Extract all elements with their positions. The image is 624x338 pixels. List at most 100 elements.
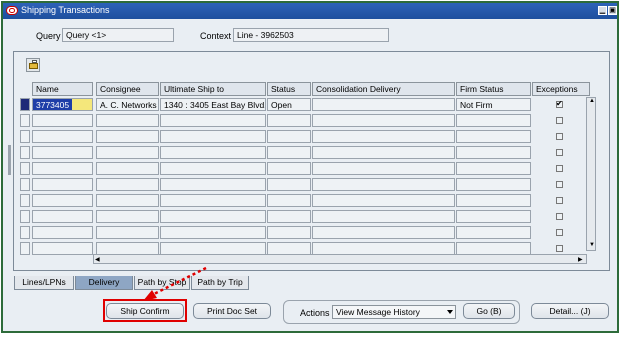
horizontal-scrollbar[interactable]: ◀ ▶ xyxy=(93,254,587,264)
table-cell[interactable] xyxy=(312,178,455,191)
table-cell[interactable] xyxy=(312,210,455,223)
tab-delivery[interactable]: Delivery xyxy=(75,276,133,290)
table-cell[interactable] xyxy=(160,114,266,127)
table-cell[interactable] xyxy=(32,146,93,159)
table-cell[interactable] xyxy=(96,114,159,127)
col-header-consignee[interactable]: Consignee xyxy=(96,82,159,96)
table-cell[interactable] xyxy=(267,210,311,223)
scroll-down-icon[interactable]: ▼ xyxy=(589,242,595,248)
exceptions-checkbox[interactable] xyxy=(556,181,563,188)
table-cell[interactable] xyxy=(267,178,311,191)
table-cell[interactable] xyxy=(96,226,159,239)
actions-select[interactable]: View Message History xyxy=(332,305,456,319)
table-cell[interactable] xyxy=(32,194,93,207)
table-cell[interactable] xyxy=(267,162,311,175)
row-indicator[interactable] xyxy=(20,146,30,159)
table-cell[interactable] xyxy=(267,146,311,159)
table-cell[interactable] xyxy=(96,194,159,207)
table-cell[interactable] xyxy=(267,114,311,127)
table-cell[interactable] xyxy=(160,162,266,175)
row-indicator[interactable] xyxy=(20,242,30,255)
table-cell[interactable] xyxy=(456,162,531,175)
table-cell-name[interactable]: 3773405 xyxy=(32,98,93,111)
table-cell[interactable] xyxy=(96,210,159,223)
exceptions-checkbox[interactable] xyxy=(556,213,563,220)
exceptions-checkbox[interactable] xyxy=(556,117,563,124)
col-header-name[interactable]: Name xyxy=(32,82,93,96)
exceptions-checkbox[interactable] xyxy=(556,99,563,108)
table-cell[interactable] xyxy=(160,146,266,159)
table-cell[interactable] xyxy=(96,162,159,175)
table-cell-firm-status[interactable]: Not Firm xyxy=(456,98,531,111)
table-cell[interactable] xyxy=(267,226,311,239)
table-cell[interactable] xyxy=(32,226,93,239)
table-cell[interactable] xyxy=(456,226,531,239)
go-button[interactable]: Go (B) xyxy=(463,303,515,319)
query-field[interactable]: Query <1> xyxy=(62,28,174,42)
maximize-icon[interactable]: ▣ xyxy=(608,6,617,15)
row-indicator[interactable] xyxy=(20,194,30,207)
tab-path-by-stop[interactable]: Path by Stop xyxy=(134,276,190,290)
exceptions-checkbox[interactable] xyxy=(556,229,563,236)
table-cell[interactable] xyxy=(312,194,455,207)
table-cell[interactable] xyxy=(456,210,531,223)
table-cell-consignee[interactable]: A. C. Networks xyxy=(96,98,159,111)
detail-button[interactable]: Detail... (J) xyxy=(531,303,609,319)
resize-grip[interactable] xyxy=(8,145,11,175)
exceptions-checkbox[interactable] xyxy=(556,245,563,252)
col-header-exceptions[interactable]: Exceptions xyxy=(532,82,590,96)
table-cell[interactable] xyxy=(267,194,311,207)
exceptions-checkbox[interactable] xyxy=(556,165,563,172)
table-cell[interactable] xyxy=(96,178,159,191)
row-indicator[interactable] xyxy=(20,162,30,175)
print-doc-set-button[interactable]: Print Doc Set xyxy=(193,303,271,319)
col-header-ship-to[interactable]: Ultimate Ship to xyxy=(160,82,266,96)
table-cell[interactable] xyxy=(312,146,455,159)
col-header-status[interactable]: Status xyxy=(267,82,311,96)
minimize-icon[interactable]: ▁ xyxy=(598,6,607,15)
table-cell[interactable] xyxy=(456,178,531,191)
context-field[interactable]: Line - 3962503 xyxy=(233,28,389,42)
table-cell[interactable] xyxy=(456,114,531,127)
table-cell[interactable] xyxy=(312,162,455,175)
table-cell[interactable] xyxy=(160,178,266,191)
row-indicator[interactable] xyxy=(20,98,30,111)
table-cell[interactable] xyxy=(160,130,266,143)
row-indicator[interactable] xyxy=(20,226,30,239)
table-cell[interactable] xyxy=(312,130,455,143)
exceptions-checkbox[interactable] xyxy=(556,197,563,204)
col-header-consolidation[interactable]: Consolidation Delivery xyxy=(312,82,455,96)
vertical-scrollbar[interactable]: ▲ ▼ xyxy=(586,97,596,251)
table-cell[interactable] xyxy=(456,146,531,159)
table-cell[interactable] xyxy=(32,210,93,223)
table-cell[interactable] xyxy=(32,242,93,255)
table-cell[interactable] xyxy=(456,194,531,207)
table-cell[interactable] xyxy=(96,146,159,159)
exceptions-checkbox[interactable] xyxy=(556,133,563,140)
table-cell[interactable] xyxy=(456,130,531,143)
table-cell[interactable] xyxy=(160,226,266,239)
table-cell[interactable] xyxy=(32,130,93,143)
tab-path-by-trip[interactable]: Path by Trip xyxy=(191,276,249,290)
table-cell-consolidation[interactable] xyxy=(312,98,455,111)
table-cell[interactable] xyxy=(160,210,266,223)
table-cell-status[interactable]: Open xyxy=(267,98,311,111)
row-indicator[interactable] xyxy=(20,178,30,191)
table-cell[interactable] xyxy=(32,162,93,175)
table-cell[interactable] xyxy=(160,194,266,207)
tab-lines-lpns[interactable]: Lines/LPNs xyxy=(14,276,74,290)
table-cell[interactable] xyxy=(32,114,93,127)
row-indicator[interactable] xyxy=(20,114,30,127)
table-cell[interactable] xyxy=(267,130,311,143)
folder-icon[interactable] xyxy=(26,58,40,72)
table-cell[interactable] xyxy=(312,226,455,239)
table-cell[interactable] xyxy=(96,130,159,143)
scroll-left-icon[interactable]: ◀ xyxy=(95,256,100,263)
exceptions-checkbox[interactable] xyxy=(556,149,563,156)
table-cell[interactable] xyxy=(312,114,455,127)
row-indicator[interactable] xyxy=(20,130,30,143)
scroll-up-icon[interactable]: ▲ xyxy=(589,98,595,104)
table-cell[interactable] xyxy=(32,178,93,191)
scroll-right-icon[interactable]: ▶ xyxy=(578,256,583,263)
table-cell-ship-to[interactable]: 1340 : 3405 East Bay Blvd. xyxy=(160,98,266,111)
